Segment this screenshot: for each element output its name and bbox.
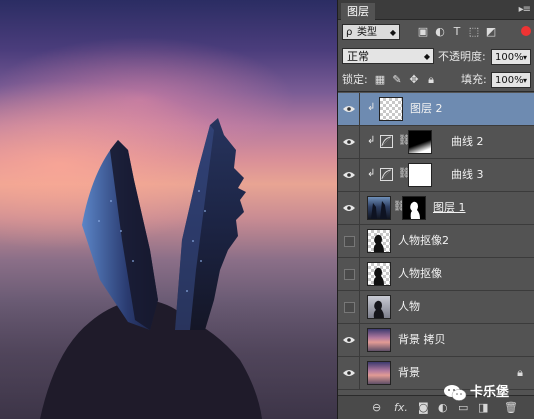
smart-object-filter-icon[interactable]: ◩ [484, 25, 498, 39]
layer-row[interactable]: 人物抠像2 [338, 225, 534, 258]
layer-name[interactable]: 曲线 3 [451, 159, 484, 191]
layer-thumbnail[interactable] [367, 229, 391, 253]
opacity-label: 不透明度: [438, 50, 486, 63]
type-filter-icon[interactable]: T [450, 25, 464, 39]
chevron-down-icon: ▾ [522, 76, 527, 85]
visibility-toggle-off[interactable] [338, 258, 360, 290]
clipping-arrow-icon: ↲ [367, 102, 376, 113]
layer-name[interactable]: 人物抠像 [398, 258, 442, 290]
watermark: 卡乐堡 [443, 382, 533, 404]
visibility-eye-icon[interactable] [338, 126, 360, 158]
visibility-eye-icon[interactable] [338, 324, 360, 356]
fx-icon[interactable]: fx. [394, 401, 408, 414]
layers-list: ↲ 图层 2 ↲ ⛓ 曲线 2 ↲ ⛓ 曲线 3 ⛓ 图层 1 人物抠像2 人物… [338, 93, 534, 395]
clipping-arrow-icon: ↲ [367, 135, 376, 146]
layer-mask-thumbnail[interactable] [402, 196, 426, 220]
visibility-toggle-off[interactable] [338, 291, 360, 323]
lock-all-icon[interactable]: 🔒︎ [424, 73, 438, 87]
chevron-down-icon: ◆ [423, 52, 430, 61]
layer-name[interactable]: 图层 2 [410, 93, 443, 125]
lock-row: 锁定: ▦ ✎ ✥ 🔒︎ 填充: 100% ▾ [338, 69, 534, 92]
lock-transparent-icon[interactable]: ▦ [373, 73, 387, 87]
layer-row[interactable]: 背景 拷贝 [338, 324, 534, 357]
filter-row: ρ 类型 ◆ ▣ ◐ T ⬚ ◩ [338, 20, 534, 45]
layer-thumbnail[interactable] [367, 262, 391, 286]
wechat-logo-icon [444, 385, 467, 401]
layer-thumbnail[interactable] [379, 97, 403, 121]
curves-adjustment-icon[interactable] [380, 168, 393, 181]
panel-tab-bar: 图层 ▸≡ [338, 0, 534, 20]
layers-panel: 图层 ▸≡ ρ 类型 ◆ ▣ ◐ T ⬚ ◩ 正常 ◆ 不透明度: 100% ▾… [337, 0, 534, 419]
search-icon: ρ [346, 27, 353, 38]
layer-thumbnail[interactable] [367, 361, 391, 385]
layer-thumbnail[interactable] [367, 196, 391, 220]
layer-row[interactable]: 人物 [338, 291, 534, 324]
opacity-field[interactable]: 100% ▾ [491, 49, 531, 65]
visibility-eye-icon[interactable] [338, 159, 360, 191]
layer-name[interactable]: 人物抠像2 [398, 225, 449, 257]
layer-row[interactable]: ↲ ⛓ 曲线 3 [338, 159, 534, 192]
fill-field[interactable]: 100% ▾ [491, 72, 531, 88]
panel-menu-icon[interactable]: ▸≡ [519, 4, 531, 15]
filter-toggle-button[interactable] [521, 26, 531, 36]
lock-image-icon[interactable]: ✎ [390, 73, 404, 87]
visibility-eye-icon[interactable] [338, 93, 360, 125]
layer-mask-thumbnail[interactable] [408, 163, 432, 187]
clipping-arrow-icon: ↲ [367, 168, 376, 179]
layer-name[interactable]: 背景 拷贝 [398, 324, 446, 356]
chevron-down-icon: ▾ [522, 53, 527, 62]
double-exposure-artwork [0, 118, 337, 419]
blend-mode-select[interactable]: 正常 ◆ [342, 48, 434, 64]
watermark-text: 卡乐堡 [470, 385, 510, 400]
layer-row[interactable]: ↲ 图层 2 [338, 93, 534, 126]
lock-position-icon[interactable]: ✥ [407, 73, 421, 87]
tab-layers[interactable]: 图层 [341, 3, 375, 20]
layer-name[interactable]: 人物 [398, 291, 420, 323]
lock-icon: 🔒︎ [517, 366, 523, 379]
layer-thumbnail[interactable] [367, 295, 391, 319]
layer-row[interactable]: 人物抠像 [338, 258, 534, 291]
visibility-eye-icon[interactable] [338, 357, 360, 389]
curves-adjustment-icon[interactable] [380, 135, 393, 148]
layer-name[interactable]: 背景 [398, 357, 420, 389]
document-canvas[interactable] [0, 0, 337, 419]
fill-label: 填充: [461, 73, 487, 86]
layer-name[interactable]: 曲线 2 [451, 126, 484, 158]
layer-thumbnail[interactable] [367, 328, 391, 352]
visibility-eye-icon[interactable] [338, 192, 360, 224]
blend-row: 正常 ◆ 不透明度: 100% ▾ [338, 45, 534, 69]
kind-filter-select[interactable]: ρ 类型 ◆ [342, 24, 400, 40]
chevron-down-icon: ◆ [389, 28, 396, 37]
layer-row[interactable]: ↲ ⛓ 曲线 2 [338, 126, 534, 159]
layer-name[interactable]: 图层 1 [433, 192, 466, 224]
layer-row[interactable]: ⛓ 图层 1 [338, 192, 534, 225]
adjustment-filter-icon[interactable]: ◐ [433, 25, 447, 39]
link-layers-icon[interactable]: ⊖ [372, 401, 381, 414]
image-filter-icon[interactable]: ▣ [416, 25, 430, 39]
visibility-toggle-off[interactable] [338, 225, 360, 257]
shape-filter-icon[interactable]: ⬚ [467, 25, 481, 39]
add-mask-icon[interactable]: ◙ [418, 401, 429, 414]
layer-mask-thumbnail[interactable] [408, 130, 432, 154]
lock-label: 锁定: [342, 73, 368, 86]
